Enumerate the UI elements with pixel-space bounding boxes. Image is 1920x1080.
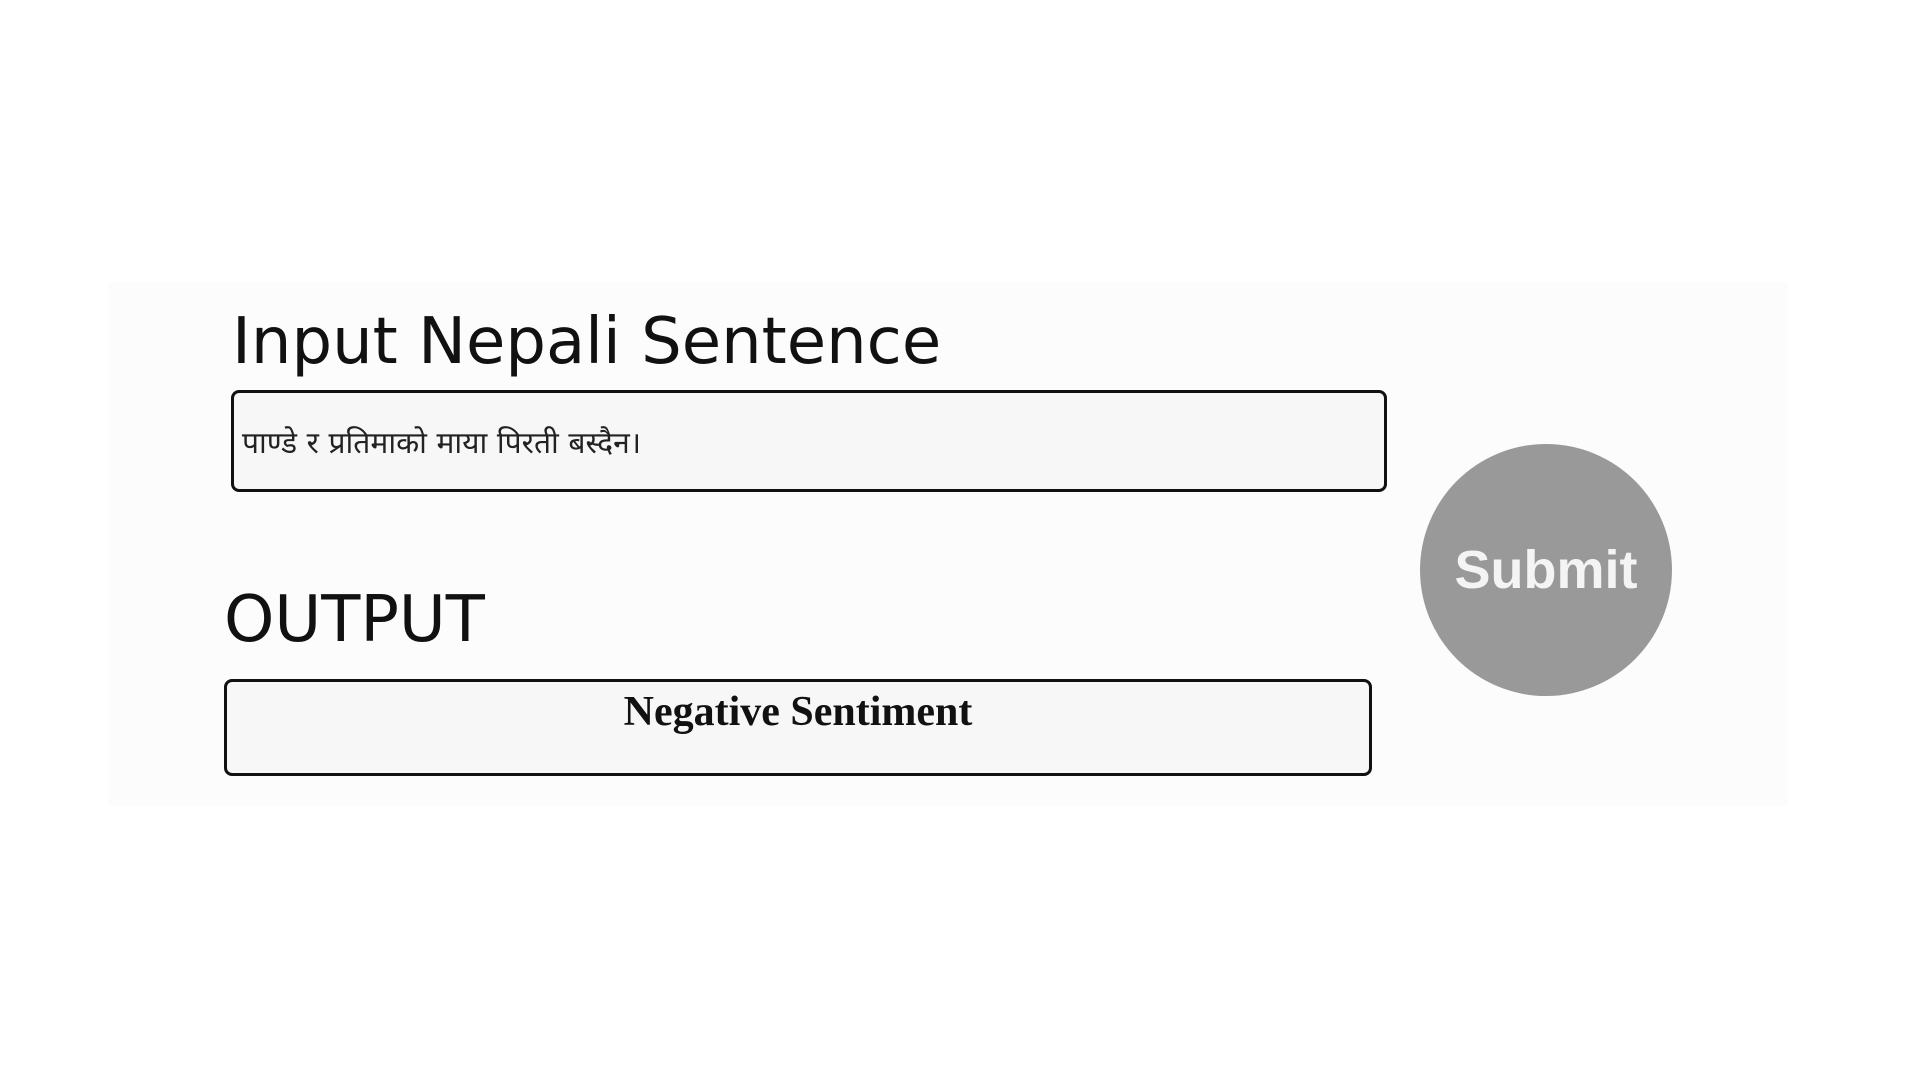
input-heading: Input Nepali Sentence — [232, 305, 942, 379]
sentiment-result: Negative Sentiment — [623, 689, 973, 735]
sentence-input[interactable] — [231, 390, 1387, 492]
submit-button[interactable]: Submit — [1420, 444, 1672, 696]
output-heading: OUTPUT — [224, 583, 485, 657]
page: Input Nepali Sentence OUTPUT Negative Se… — [0, 0, 1920, 1080]
output-box: Negative Sentiment — [224, 679, 1372, 776]
